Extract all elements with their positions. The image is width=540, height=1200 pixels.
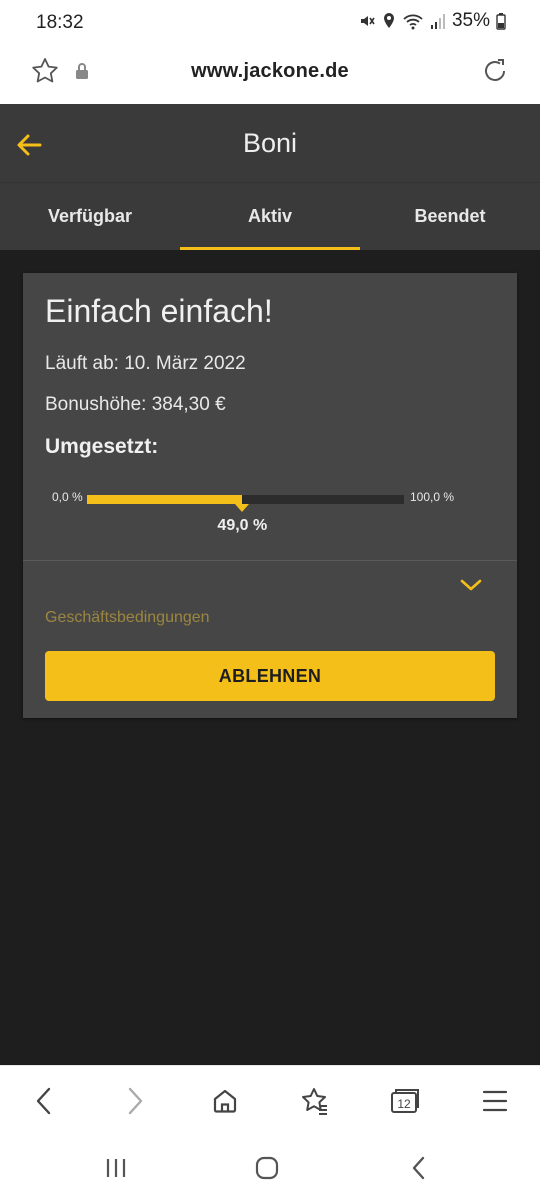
recents-icon[interactable] (99, 1153, 133, 1183)
home-circle-icon[interactable] (250, 1153, 284, 1183)
card-divider (23, 560, 517, 561)
location-icon (382, 12, 396, 30)
browser-toolbar: 12 (0, 1065, 540, 1135)
tab-aktiv[interactable]: Aktiv (180, 183, 360, 250)
forward-icon[interactable] (117, 1084, 153, 1118)
signal-icon (430, 12, 446, 30)
terms-link[interactable]: Geschäftsbedingungen (45, 609, 210, 627)
page-title: Boni (242, 128, 298, 158)
progress-max-label: 100,0 % (410, 490, 455, 504)
progress-fill (87, 495, 243, 504)
battery-text: 35% (451, 10, 490, 31)
tab-beendet[interactable]: Beendet (360, 183, 540, 250)
progress-marker (235, 504, 250, 512)
back-icon[interactable] (26, 1084, 62, 1118)
status-bar: 18:32 35% (0, 0, 540, 46)
bookmarks-icon[interactable] (297, 1084, 333, 1118)
progress-value: 49,0 % (217, 517, 268, 534)
wifi-icon (402, 12, 424, 30)
status-time: 18:32 (36, 12, 84, 33)
progress-bar (87, 495, 404, 512)
bonus-amount: Bonushöhe: 384,30 € (45, 394, 226, 415)
mute-icon (358, 12, 376, 30)
reload-icon[interactable] (480, 56, 510, 91)
battery-icon (496, 12, 506, 30)
tabs-icon[interactable]: 12 (387, 1084, 423, 1118)
status-icons: 35% (358, 10, 506, 32)
url-address[interactable]: www.jackone.de (0, 60, 540, 83)
bonus-tabs: Verfügbar Aktiv Beendet (0, 182, 540, 250)
system-nav-bar (0, 1135, 540, 1200)
bonus-card: Einfach einfach! Läuft ab: 10. März 2022… (23, 273, 517, 718)
tab-count: 12 (397, 1097, 411, 1111)
app-header: Boni (0, 104, 540, 182)
chevron-down-icon[interactable] (459, 575, 483, 600)
menu-icon[interactable] (477, 1084, 513, 1118)
browser-url-bar: www.jackone.de (0, 46, 540, 104)
bonus-title: Einfach einfach! (45, 293, 273, 329)
progress-min-label: 0,0 % (52, 490, 83, 504)
back-chevron-icon[interactable] (402, 1153, 436, 1183)
tab-verfuegbar[interactable]: Verfügbar (0, 183, 180, 250)
home-icon[interactable] (207, 1084, 243, 1118)
decline-button[interactable]: ABLEHNEN (45, 651, 495, 701)
bonus-expiry: Läuft ab: 10. März 2022 (45, 353, 246, 374)
progress-label: Umgesetzt: (45, 435, 159, 458)
